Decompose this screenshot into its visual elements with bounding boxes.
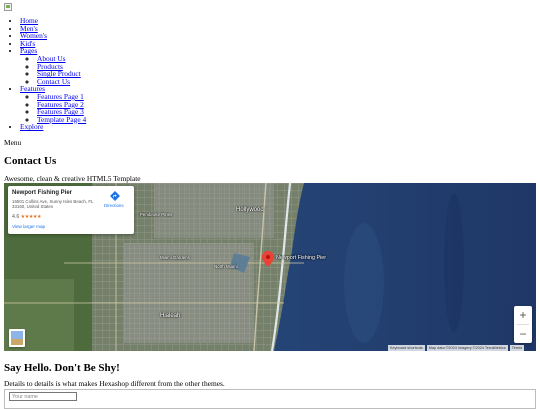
submenu-item: Template Page 4 bbox=[37, 115, 86, 124]
map-city-label: Miami Gardens bbox=[160, 255, 190, 260]
nav-link-explore[interactable]: Explore bbox=[20, 122, 43, 131]
view-larger-map-link[interactable]: View larger map bbox=[12, 224, 45, 230]
street-view-pegman-icon[interactable] bbox=[9, 329, 25, 347]
zoom-controls: + − bbox=[514, 306, 532, 343]
place-address: 16501 Collins Ave, Sunny Isles Beach, FL… bbox=[12, 199, 94, 210]
features-submenu: Features Page 1 Features Page 2 Features… bbox=[20, 93, 86, 123]
zoom-in-button[interactable]: + bbox=[514, 306, 532, 324]
rating-value: 4.6 bbox=[12, 214, 20, 220]
place-rating: 4.6 ★★★★★ bbox=[12, 214, 42, 220]
menu-trigger[interactable]: Menu bbox=[4, 138, 21, 148]
map-city-label: Pembroke Pines bbox=[140, 212, 173, 217]
main-nav: Home Men's Women's Kid's Pages About Us … bbox=[0, 17, 86, 131]
zoom-out-button[interactable]: − bbox=[514, 325, 532, 343]
place-name: Newport Fishing Pier bbox=[12, 190, 73, 196]
terms-link[interactable]: Terms bbox=[509, 345, 525, 351]
contact-heading: Say Hello. Don't Be Shy! bbox=[4, 362, 120, 374]
nav-item-explore: Explore bbox=[20, 123, 86, 131]
map-city-label: North Miami bbox=[214, 264, 238, 269]
directions-icon[interactable] bbox=[110, 191, 120, 201]
nav-item-pages: Pages About Us Products Single Product C… bbox=[20, 47, 86, 85]
name-input[interactable] bbox=[9, 392, 77, 401]
keyboard-shortcuts-link[interactable]: Keyboard shortcuts bbox=[388, 345, 425, 351]
map-data-credit: Map data ©2024 Imagery ©2024 TerraMetric… bbox=[426, 345, 508, 351]
page-title: Contact Us bbox=[4, 155, 57, 167]
pages-submenu: About Us Products Single Product Contact… bbox=[20, 55, 86, 85]
nav-item-features: Features Features Page 1 Features Page 2… bbox=[20, 85, 86, 123]
map-attribution: Keyboard shortcuts Map data ©2024 Imager… bbox=[388, 345, 525, 351]
contact-intro: Details to details is what makes Hexasho… bbox=[4, 379, 225, 388]
nav-link-template-page-4[interactable]: Template Page 4 bbox=[37, 115, 86, 124]
contact-form bbox=[4, 389, 536, 409]
place-info-card: Newport Fishing Pier 16501 Collins Ave, … bbox=[8, 186, 134, 234]
rating-stars-icon: ★★★★★ bbox=[20, 214, 42, 220]
map-pin-icon[interactable] bbox=[262, 251, 274, 267]
map-marker-label: Newport Fishing Pier bbox=[276, 255, 327, 261]
site-logo-image bbox=[4, 3, 12, 11]
map-city-label: Hollywood bbox=[236, 207, 264, 213]
directions-link[interactable]: Directions bbox=[104, 203, 124, 208]
map-city-label: Hialeah bbox=[160, 313, 181, 319]
